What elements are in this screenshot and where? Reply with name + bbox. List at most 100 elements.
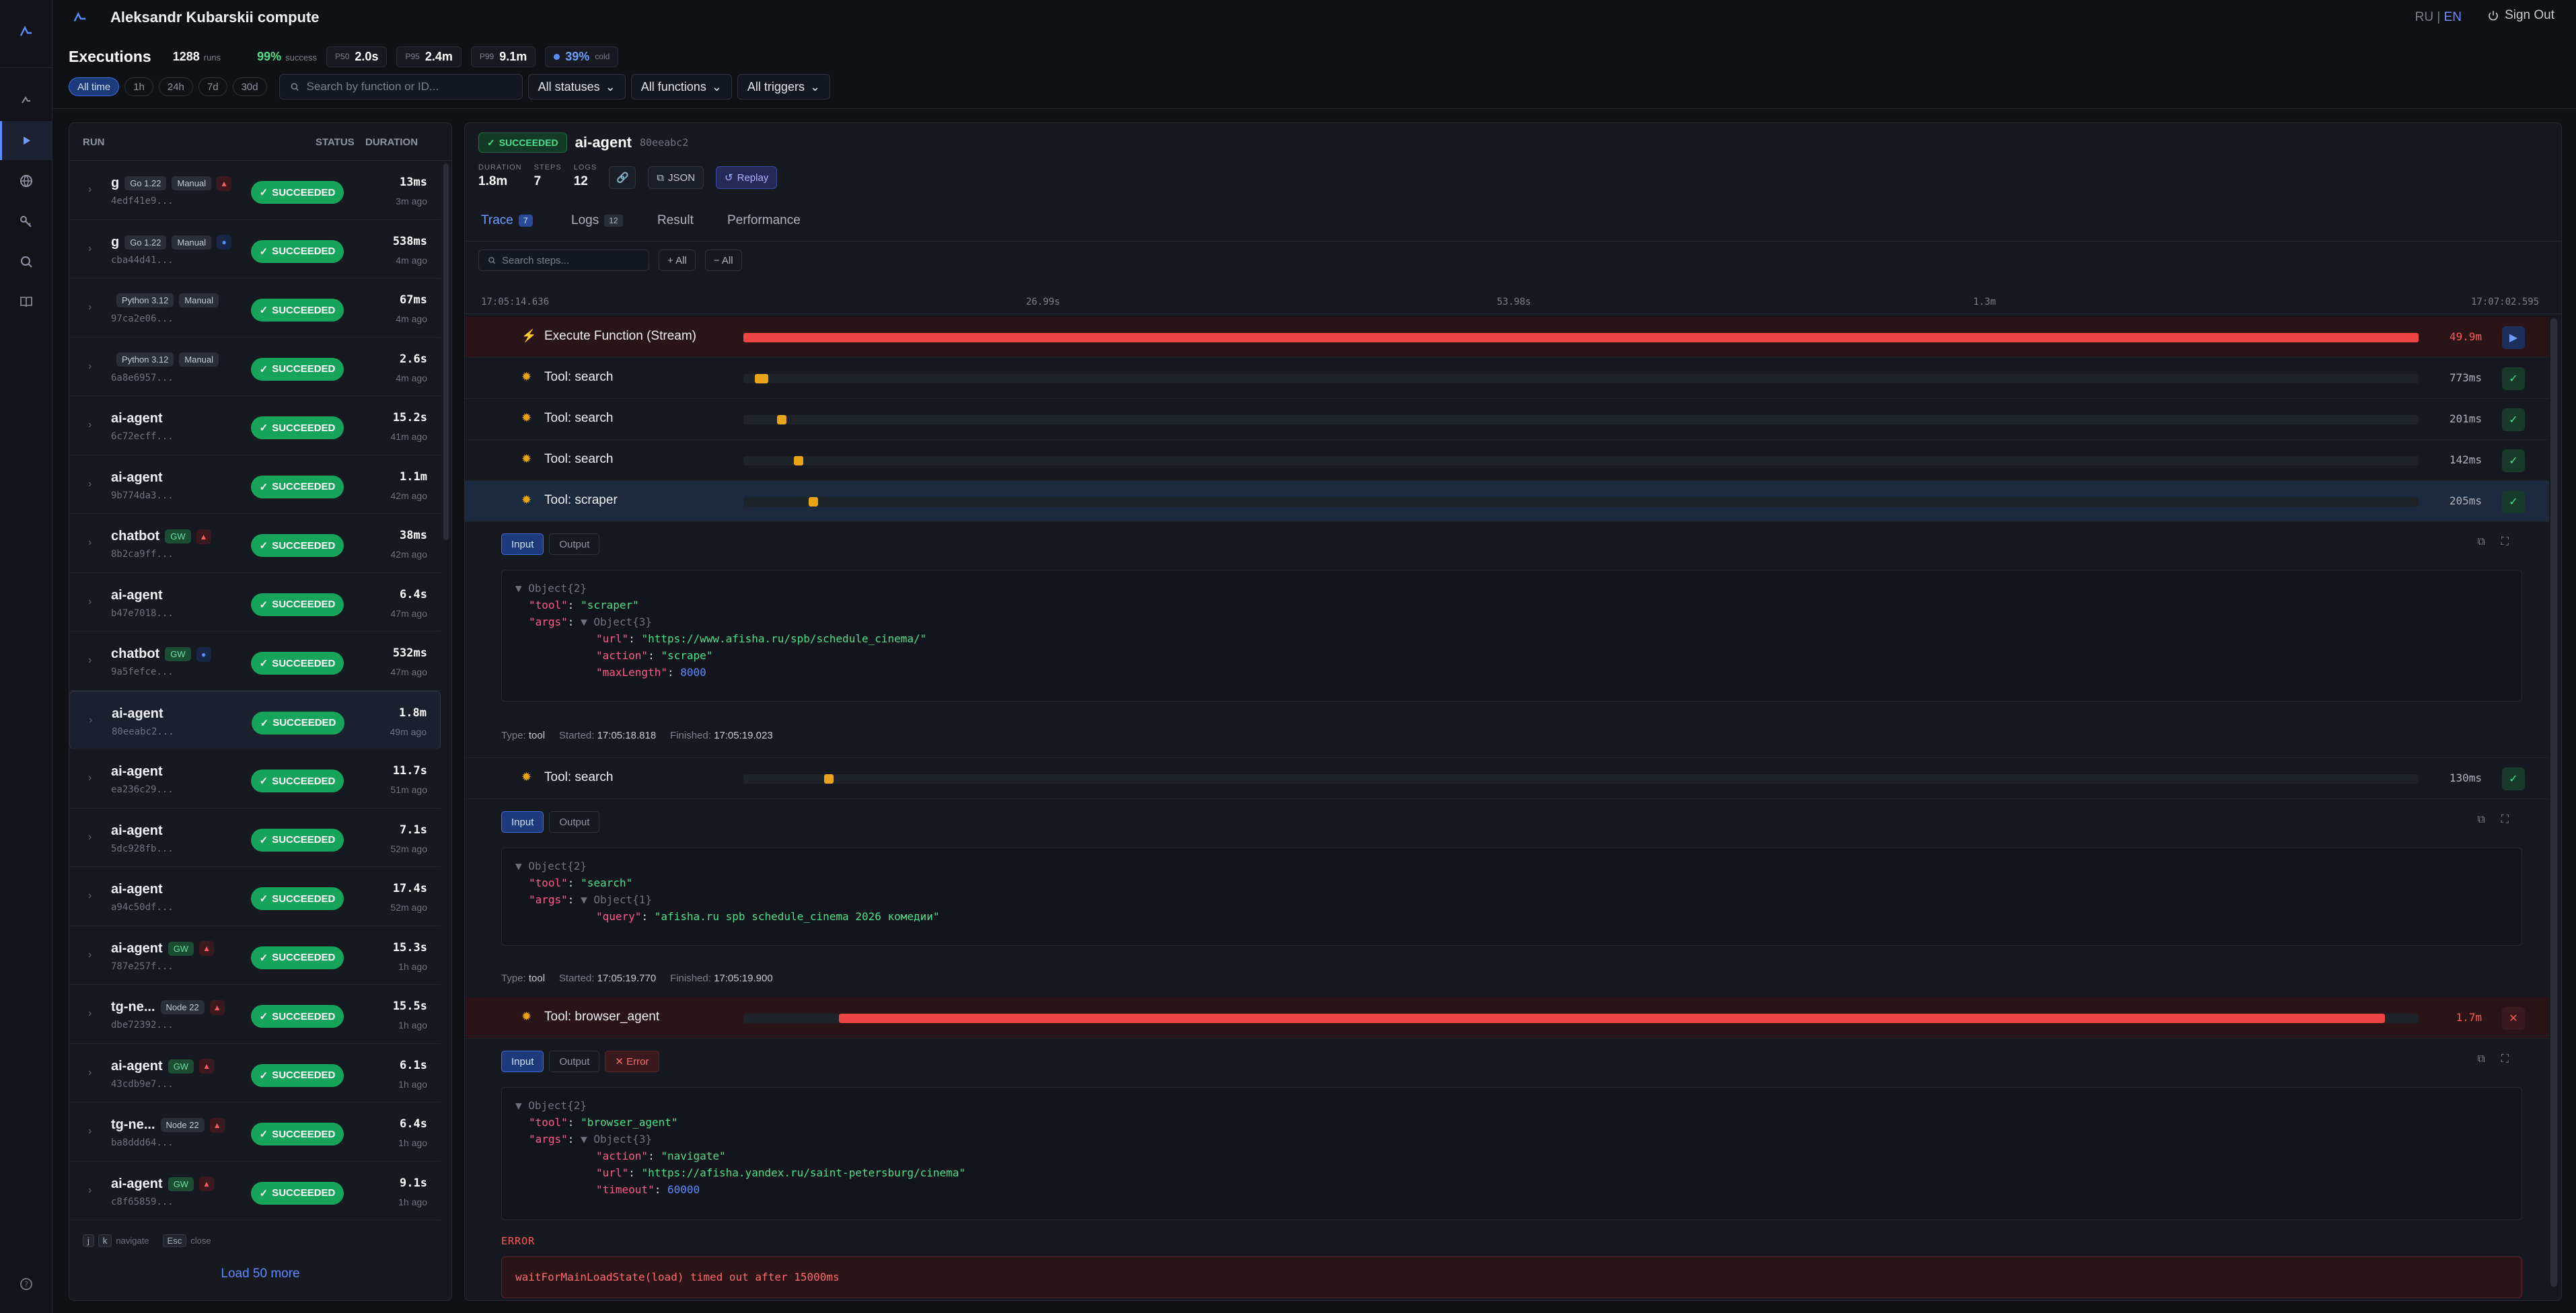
expand-icon[interactable]: ⛶ (2501, 1053, 2509, 1065)
copy-icon[interactable]: ⧉ (2477, 536, 2485, 548)
chevron-right-icon[interactable]: › (88, 772, 91, 784)
trace-span[interactable]: ⚡ Execute Function (Stream) 49.9m ▶ (465, 317, 2549, 358)
sign-out-button[interactable]: Sign Out (2487, 8, 2554, 23)
chevron-right-icon[interactable]: › (88, 419, 91, 431)
detail-scrollbar[interactable] (2550, 318, 2557, 1287)
status-select[interactable]: All statuses ⌄ (527, 74, 626, 100)
chevron-right-icon[interactable]: › (88, 1125, 91, 1137)
tab-logs[interactable]: Logs 12 (571, 213, 623, 228)
table-row[interactable]: › ai-agent GW ▲ 43cdb9e7... ✓ SUCCEEDED 6.1s 1h … (69, 1044, 441, 1102)
table-row[interactable]: › ai-agent 5dc928fb... ✓ SUCCEEDED 7.1s 52m ag… (69, 809, 441, 867)
table-row[interactable]: › tg-ne... Node 22 ▲ dbe72392... ✓ SUCCEEDED 15… (69, 985, 441, 1044)
p95-stat: P95 2.4m (396, 46, 462, 67)
chevron-right-icon[interactable]: › (88, 596, 91, 608)
check-icon[interactable]: ✓ (2502, 490, 2525, 513)
chevron-right-icon[interactable]: › (88, 890, 91, 902)
chevron-right-icon[interactable]: › (89, 714, 92, 726)
json-button[interactable]: ⧉ JSON (648, 166, 704, 189)
tab-performance[interactable]: Performance (727, 213, 801, 228)
table-row[interactable]: › Python 3.12 Manual 6a8e6957... ✓ SUCCEEDED 2… (69, 338, 441, 396)
table-row[interactable]: › ai-agent 80eeabc2... ✓ SUCCEEDED 1.8m 49m ag… (69, 690, 441, 749)
expand-all-button[interactable]: + All (659, 250, 696, 271)
chevron-right-icon[interactable]: › (88, 361, 91, 373)
book-icon[interactable] (0, 283, 52, 322)
table-row[interactable]: › ai-agent b47e7018... ✓ SUCCEEDED 6.4s 47m ag… (69, 573, 441, 632)
table-row[interactable]: › ai-agent 9b774da3... ✓ SUCCEEDED 1.1m 42m ag… (69, 455, 441, 514)
filter-24h[interactable]: 24h (158, 77, 193, 96)
filter-7d[interactable]: 7d (198, 77, 227, 96)
chevron-right-icon[interactable]: › (88, 301, 91, 313)
check-icon[interactable]: ✓ (2502, 449, 2525, 472)
key-icon[interactable] (0, 202, 52, 241)
output-tab[interactable]: Output (549, 811, 600, 833)
logo-icon[interactable] (0, 12, 52, 51)
trace-span[interactable]: ✹ Tool: search 130ms ✓ (465, 758, 2549, 799)
table-row[interactable]: › ai-agent GW ▲ c8f65859... ✓ SUCCEEDED 9.1s 1h … (69, 1162, 441, 1220)
output-tab[interactable]: Output (549, 1051, 600, 1072)
run-duration: 1.8m (399, 706, 427, 720)
filter-1h[interactable]: 1h (124, 77, 153, 96)
lang-en[interactable]: EN (2444, 10, 2462, 24)
trace-span[interactable]: ✹ Tool: search 201ms ✓ (465, 399, 2549, 440)
copy-icon[interactable]: ⧉ (2477, 1053, 2485, 1065)
table-row[interactable]: › tg-ne... Node 22 ▲ ba8ddd64... ✓ SUCCEEDED 6.… (69, 1102, 441, 1162)
status-badge: ✓ SUCCEEDED (251, 1181, 344, 1205)
chevron-right-icon[interactable]: › (88, 831, 91, 843)
link-button[interactable]: 🔗 (609, 166, 636, 189)
table-row[interactable]: › ai-agent ea236c29... ✓ SUCCEEDED 11.7s 51m a… (69, 749, 441, 809)
check-icon: ✓ (259, 305, 268, 316)
trace-span[interactable]: ✹ Tool: search 773ms ✓ (465, 358, 2549, 399)
input-tab[interactable]: Input (501, 811, 544, 833)
check-icon[interactable]: ✓ (2502, 408, 2525, 431)
trace-span[interactable]: ✹ Tool: search 142ms ✓ (465, 440, 2549, 481)
check-icon[interactable]: ✓ (2502, 367, 2525, 390)
table-row[interactable]: › g Go 1.22 Manual ● cba44d41... ✓ SUCCEEDED 538… (69, 220, 441, 278)
tab-trace[interactable]: Trace 7 (481, 213, 533, 228)
filter-all-time[interactable]: All time (69, 77, 120, 96)
run-duration: 15.2s (392, 411, 427, 424)
globe-icon[interactable] (0, 161, 52, 200)
input-tab[interactable]: Input (501, 533, 544, 555)
load-more-button[interactable]: Load 50 more (69, 1267, 451, 1281)
table-row[interactable]: › chatbot GW ● 9a5fefce... ✓ SUCCEEDED 532ms 47m… (69, 632, 441, 691)
table-row[interactable]: › ai-agent GW ▲ 787e257f... ✓ SUCCEEDED 15.3s 1h… (69, 926, 441, 985)
replay-button[interactable]: ↺ Replay (716, 166, 778, 189)
search-icon[interactable] (0, 242, 52, 281)
table-row[interactable]: › Python 3.12 Manual 97ca2e06... ✓ SUCCEEDED 6… (69, 278, 441, 338)
lang-ru[interactable]: RU (2415, 10, 2433, 24)
table-row[interactable]: › g Go 1.22 Manual ▲ 4edf41e9... ✓ SUCCEEDED 13m… (69, 161, 441, 220)
expand-icon[interactable]: ⛶ (2501, 814, 2509, 826)
table-row[interactable]: › ai-agent 6c72ecff... ✓ SUCCEEDED 15.2s 41m a… (69, 396, 441, 455)
executions-icon[interactable] (0, 121, 52, 160)
chevron-right-icon[interactable]: › (88, 654, 91, 667)
chevron-right-icon[interactable]: › (88, 478, 91, 490)
input-tab[interactable]: Input (501, 1051, 544, 1072)
chevron-right-icon[interactable]: › (88, 184, 91, 196)
tab-result[interactable]: Result (657, 213, 694, 228)
output-tab[interactable]: Output (549, 533, 600, 555)
chevron-right-icon[interactable]: › (88, 243, 91, 255)
check-icon[interactable]: ✓ (2502, 767, 2525, 790)
help-icon[interactable]: ? (0, 1265, 52, 1304)
error-tab[interactable]: ✕ Error (605, 1051, 659, 1072)
table-row[interactable]: › ai-agent a94c50df... ✓ SUCCEEDED 17.4s 52m a… (69, 867, 441, 926)
filter-30d[interactable]: 30d (232, 77, 267, 96)
list-scrollbar[interactable] (443, 163, 449, 540)
functions-icon[interactable] (0, 81, 52, 120)
search-steps-input[interactable]: Search steps... (478, 250, 649, 271)
copy-icon[interactable]: ⧉ (2477, 814, 2485, 826)
trigger-select[interactable]: All triggers ⌄ (737, 74, 831, 100)
chevron-right-icon[interactable]: › (88, 949, 91, 961)
search-input[interactable]: Search by function or ID... (279, 74, 523, 100)
chevron-right-icon[interactable]: › (88, 1008, 91, 1020)
chevron-right-icon[interactable]: › (88, 1067, 91, 1079)
collapse-all-button[interactable]: − All (704, 250, 742, 271)
trace-span[interactable]: ✹ Tool: scraper 205ms ✓ (465, 481, 2549, 522)
chevron-right-icon[interactable]: › (88, 537, 91, 549)
expand-icon[interactable]: ⛶ (2501, 536, 2509, 548)
language-switch[interactable]: RU | EN (2415, 10, 2462, 25)
table-row[interactable]: › chatbot GW ▲ 8b2ca9ff... ✓ SUCCEEDED 38ms 42m … (69, 514, 441, 573)
chevron-right-icon[interactable]: › (88, 1185, 91, 1197)
function-select[interactable]: All functions ⌄ (630, 74, 732, 100)
play-icon[interactable]: ▶ (2502, 326, 2525, 349)
